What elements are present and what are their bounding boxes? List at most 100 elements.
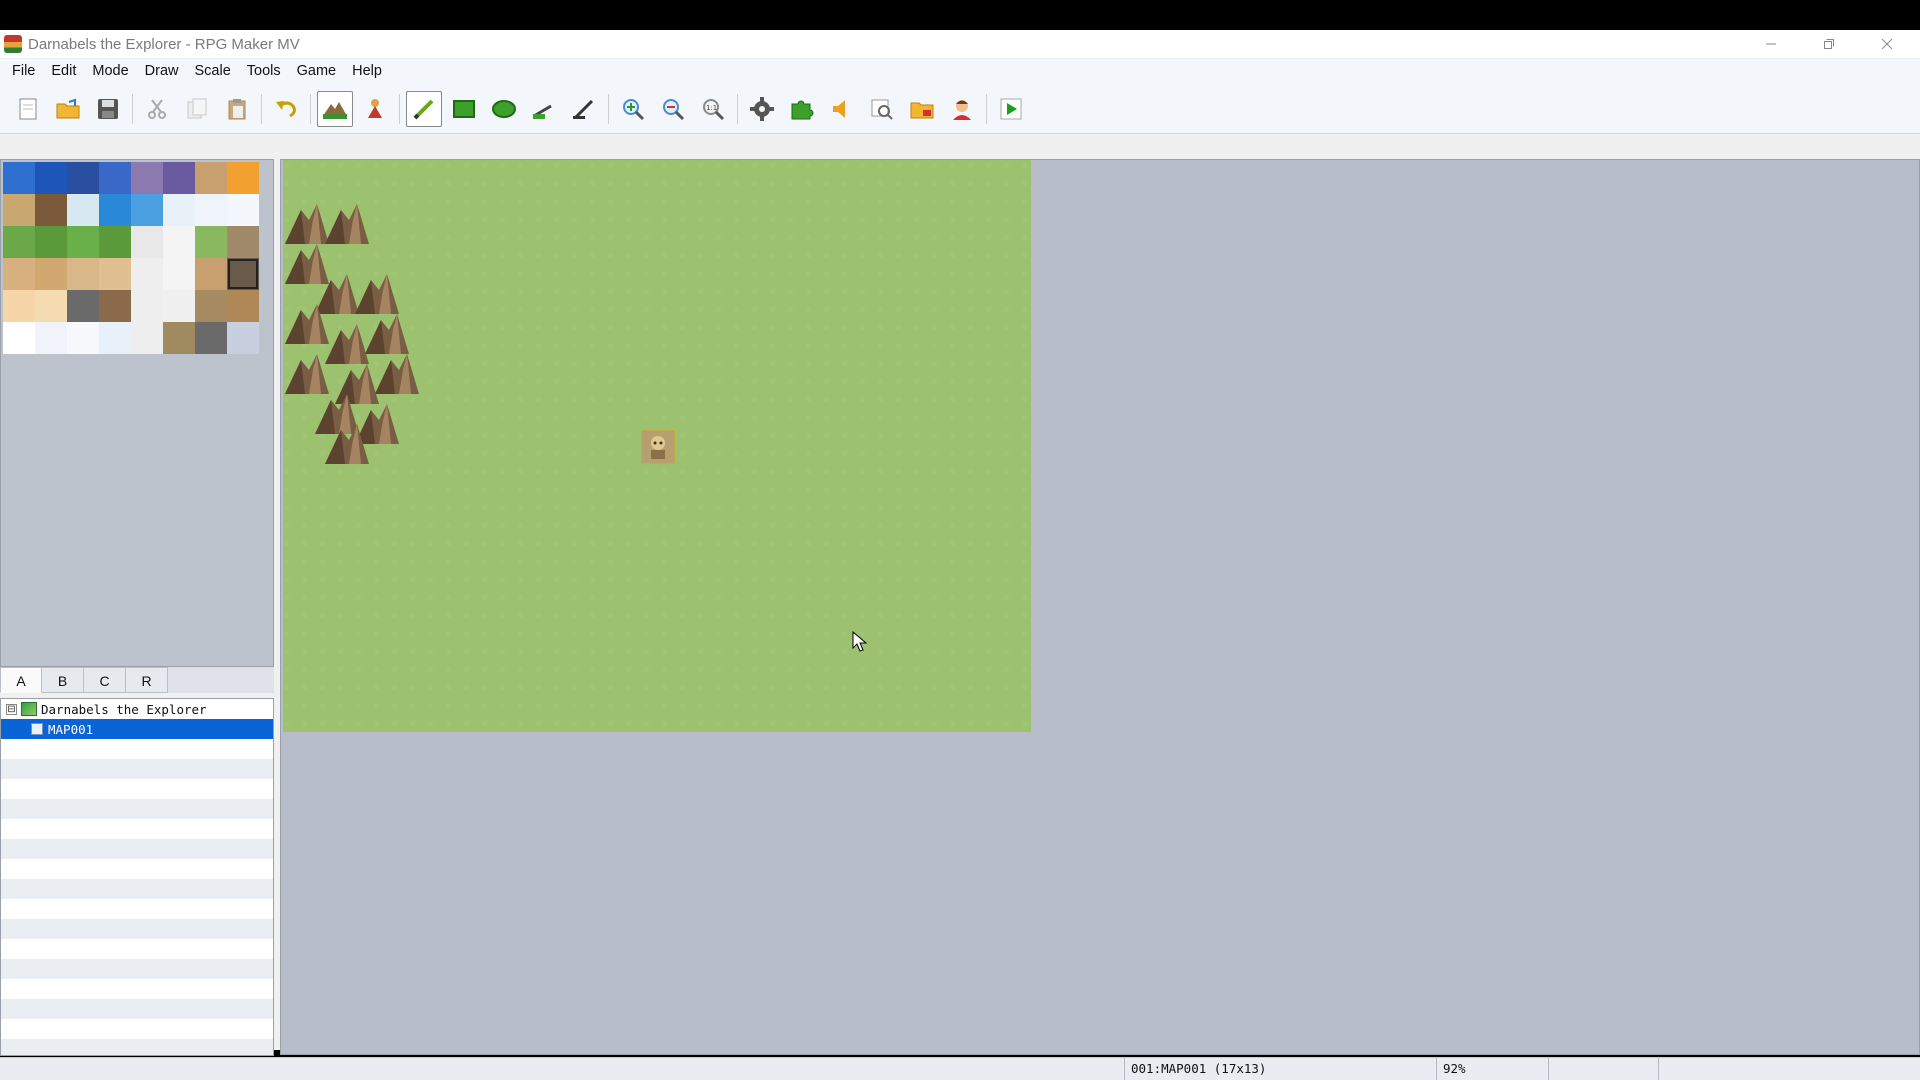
project-name: Darnabels the Explorer (41, 701, 207, 717)
menu-scale[interactable]: Scale (187, 59, 239, 84)
tab-a[interactable]: A (0, 667, 42, 693)
tile-swatch[interactable] (3, 258, 35, 290)
tab-c[interactable]: C (84, 667, 126, 693)
tile-swatch[interactable] (99, 162, 131, 194)
fill-button[interactable] (526, 91, 562, 127)
tile-swatch[interactable] (3, 290, 35, 322)
event-searcher-button[interactable] (864, 91, 900, 127)
tile-swatch[interactable] (3, 322, 35, 354)
tile-swatch[interactable] (227, 194, 259, 226)
tile-swatch[interactable] (227, 290, 259, 322)
character-generator-button[interactable] (944, 91, 980, 127)
tab-r[interactable]: R (126, 667, 168, 693)
pencil-button[interactable] (406, 90, 442, 127)
tile-swatch[interactable] (67, 162, 99, 194)
map-viewport[interactable] (280, 159, 1920, 1055)
zoom-in-button[interactable] (615, 91, 651, 127)
resource-manager-button[interactable] (904, 91, 940, 127)
minimize-button[interactable] (1742, 30, 1800, 58)
tile-swatch[interactable] (163, 226, 195, 258)
menu-draw[interactable]: Draw (137, 59, 187, 84)
tile-swatch[interactable] (67, 226, 99, 258)
tile-swatch[interactable] (99, 194, 131, 226)
tile-swatch[interactable] (195, 322, 227, 354)
tile-swatch[interactable] (195, 226, 227, 258)
maximize-button[interactable] (1800, 30, 1858, 58)
tile-swatch[interactable] (131, 162, 163, 194)
tile-swatch[interactable] (131, 258, 163, 290)
collapse-icon[interactable]: ⊟ (6, 703, 17, 715)
playtest-button[interactable] (993, 91, 1029, 127)
tile-swatch[interactable] (35, 290, 67, 322)
tile-swatch[interactable] (35, 194, 67, 226)
menu-file[interactable]: File (4, 59, 43, 84)
tile-swatch[interactable] (163, 194, 195, 226)
sound-test-button[interactable] (824, 91, 860, 127)
copy-button[interactable] (179, 91, 215, 127)
new-project-button[interactable] (10, 91, 46, 127)
tile-swatch[interactable] (163, 322, 195, 354)
tab-b[interactable]: B (42, 667, 84, 693)
tile-swatch[interactable] (99, 290, 131, 322)
tile-swatch[interactable] (163, 162, 195, 194)
ellipse-button[interactable] (486, 91, 522, 127)
map-canvas[interactable] (283, 160, 1031, 732)
tile-swatch[interactable] (3, 226, 35, 258)
tile-swatch[interactable] (227, 322, 259, 354)
tile-swatch[interactable] (99, 258, 131, 290)
tile-swatch[interactable] (35, 226, 67, 258)
tile-swatch[interactable] (67, 194, 99, 226)
tile-swatch[interactable] (131, 290, 163, 322)
undo-button[interactable] (268, 91, 304, 127)
tree-project-row[interactable]: ⊟ Darnabels the Explorer (1, 699, 273, 719)
tile-swatch[interactable] (131, 322, 163, 354)
map-tree[interactable]: ⊟ Darnabels the Explorer MAP001 (0, 698, 274, 1056)
tile-swatch[interactable] (3, 194, 35, 226)
tile-swatch[interactable] (131, 194, 163, 226)
tile-swatch[interactable] (67, 290, 99, 322)
open-project-button[interactable] (50, 91, 86, 127)
tile-swatch[interactable] (227, 226, 259, 258)
tile-swatch[interactable] (35, 162, 67, 194)
tile-swatch[interactable] (227, 162, 259, 194)
cut-button[interactable] (139, 91, 175, 127)
shadow-pen-button[interactable] (566, 91, 602, 127)
tile-grid[interactable] (3, 162, 259, 354)
tile-swatch[interactable] (195, 290, 227, 322)
tile-swatch[interactable] (163, 290, 195, 322)
database-button[interactable] (744, 91, 780, 127)
tile-swatch[interactable] (3, 162, 35, 194)
tile-swatch[interactable] (67, 258, 99, 290)
menu-edit[interactable]: Edit (43, 59, 84, 84)
tile-swatch[interactable] (163, 258, 195, 290)
status-empty-cell (1548, 1058, 1658, 1080)
tree-map-row[interactable]: MAP001 (1, 719, 273, 739)
tile-swatch[interactable] (195, 194, 227, 226)
menu-game[interactable]: Game (289, 59, 345, 84)
rectangle-button[interactable] (446, 91, 482, 127)
plugin-manager-button[interactable] (784, 91, 820, 127)
close-button[interactable] (1858, 30, 1916, 58)
tile-swatch[interactable] (131, 226, 163, 258)
character-sprite-icon[interactable] (641, 430, 675, 464)
tile-swatch[interactable] (227, 258, 259, 290)
tile-swatch[interactable] (99, 226, 131, 258)
map-icon (31, 723, 43, 735)
actual-size-button[interactable]: 1:1 (695, 91, 731, 127)
menu-tools[interactable]: Tools (239, 59, 289, 84)
paste-button[interactable] (219, 91, 255, 127)
mountain-tile (375, 354, 419, 394)
tile-swatch[interactable] (195, 162, 227, 194)
tile-swatch[interactable] (99, 322, 131, 354)
tile-swatch[interactable] (35, 322, 67, 354)
tile-swatch[interactable] (195, 258, 227, 290)
menu-help[interactable]: Help (344, 59, 390, 84)
tile-swatch[interactable] (35, 258, 67, 290)
map-mode-button[interactable] (317, 90, 353, 127)
zoom-out-button[interactable] (655, 91, 691, 127)
tile-swatch[interactable] (67, 322, 99, 354)
tileset-palette[interactable] (0, 159, 274, 667)
event-mode-button[interactable] (357, 91, 393, 127)
menu-mode[interactable]: Mode (84, 59, 136, 84)
save-project-button[interactable] (90, 91, 126, 127)
